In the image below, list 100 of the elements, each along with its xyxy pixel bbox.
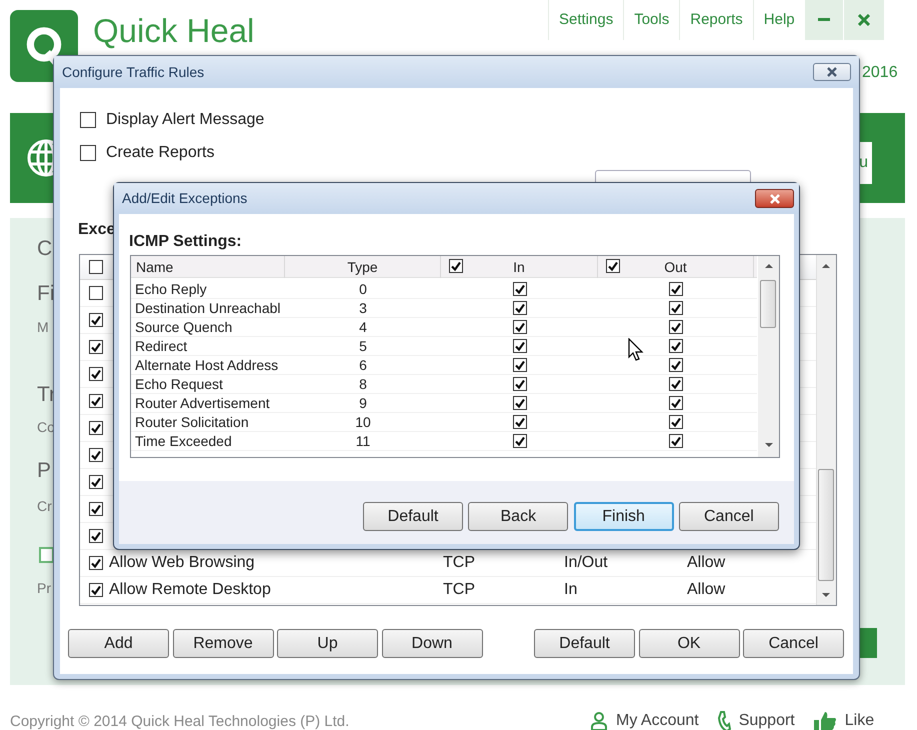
footer-link[interactable]: Support <box>716 709 795 730</box>
close-button[interactable] <box>755 189 794 208</box>
column-header[interactable]: Out <box>664 256 687 278</box>
list-cell-text: Allow Remote Desktop <box>109 580 272 600</box>
checkbox[interactable] <box>449 259 463 273</box>
minimize-button[interactable] <box>804 0 843 40</box>
dialog-button[interactable]: Add <box>68 629 169 658</box>
list-cell-text: Allow <box>687 580 726 600</box>
checkbox[interactable] <box>80 145 96 161</box>
scroll-thumb[interactable] <box>818 469 834 581</box>
section-label: ICMP Settings: <box>129 232 242 252</box>
table-cell-text: 10 <box>354 412 372 432</box>
checkbox[interactable] <box>512 396 526 410</box>
checkbox[interactable] <box>512 434 526 448</box>
list-cell-text: Allow Web Browsing <box>109 553 256 573</box>
list-cell-text: TCP <box>443 553 476 573</box>
checkbox[interactable] <box>39 547 54 563</box>
list-cell-text: TCP <box>443 580 476 600</box>
footer-link[interactable]: My Account <box>590 709 699 730</box>
checkbox[interactable] <box>89 421 103 435</box>
person-icon <box>590 711 608 730</box>
checkbox[interactable] <box>669 320 683 334</box>
table-cell-text: Alternate Host Address <box>134 356 280 374</box>
app-title: Quick Heal <box>93 14 254 47</box>
checkbox[interactable] <box>606 259 620 273</box>
minimize-icon <box>818 18 830 22</box>
thumbs-up-icon <box>812 710 837 730</box>
dialog-button[interactable]: Default <box>363 502 463 531</box>
checkbox[interactable] <box>669 415 683 429</box>
checkbox[interactable] <box>89 313 103 327</box>
checkbox[interactable] <box>512 377 526 391</box>
checkbox[interactable] <box>512 339 526 353</box>
checkbox-label: Display Alert Message <box>106 110 264 130</box>
checkbox[interactable] <box>89 367 103 381</box>
close-icon <box>768 194 780 204</box>
table-cell-text: 6 <box>358 356 368 374</box>
checkbox[interactable] <box>89 260 103 274</box>
checkbox[interactable] <box>512 320 526 334</box>
dialog-button[interactable]: Cancel <box>743 629 844 658</box>
dialog-button[interactable]: Finish <box>574 502 674 531</box>
checkbox[interactable] <box>512 301 526 315</box>
checkbox[interactable] <box>669 301 683 315</box>
dialog-button[interactable]: Down <box>382 629 482 658</box>
checkbox[interactable] <box>669 339 683 353</box>
dialog-button[interactable]: OK <box>638 629 740 658</box>
column-header[interactable]: In <box>513 256 525 278</box>
section-heading: P <box>37 460 52 481</box>
list-cell-text: In/Out <box>564 553 609 573</box>
checkbox[interactable] <box>89 583 103 597</box>
window-title: Add/Edit Exceptions <box>122 189 248 208</box>
window-title: Configure Traffic Rules <box>62 62 204 82</box>
table-cell-text: 4 <box>358 318 368 336</box>
checkbox[interactable] <box>669 358 683 372</box>
column-header[interactable]: Type <box>347 256 378 278</box>
checkbox[interactable] <box>89 502 103 516</box>
dialog-button[interactable]: Remove <box>172 629 274 658</box>
column-header[interactable]: Name <box>136 256 174 278</box>
checkbox[interactable] <box>512 415 526 429</box>
close-button[interactable] <box>813 63 851 81</box>
checkbox[interactable] <box>669 434 683 448</box>
checkbox[interactable] <box>669 377 683 391</box>
table-cell-text: Router Advertisement <box>134 394 271 412</box>
checkbox[interactable] <box>89 340 103 354</box>
checkbox[interactable] <box>80 112 96 128</box>
checkbox[interactable] <box>89 286 103 300</box>
section-label: Exce <box>78 220 116 240</box>
section-text: Pr <box>37 581 51 595</box>
checkbox[interactable] <box>89 394 103 408</box>
phone-icon <box>716 710 731 730</box>
list-cell-text: Allow <box>687 553 726 573</box>
section-text: Cr <box>37 499 52 513</box>
checkbox[interactable] <box>669 282 683 296</box>
dialog-button[interactable]: Back <box>468 502 568 531</box>
checkbox[interactable] <box>89 448 103 462</box>
table-cell-text: Source Quench <box>134 318 234 337</box>
table-cell-text: Destination Unreachabl <box>134 298 282 318</box>
copyright-text: Copyright © 2014 Quick Heal Technologies (P) Ltd. <box>10 712 350 730</box>
scroll-thumb[interactable] <box>760 280 776 328</box>
section-text: M <box>37 320 49 334</box>
scroll-down-icon[interactable] <box>764 442 774 448</box>
checkbox[interactable] <box>512 358 526 372</box>
list-cell-text: In <box>564 580 578 600</box>
table-cell-text: Router Solicitation <box>134 412 250 432</box>
close-icon <box>858 14 870 26</box>
checkbox[interactable] <box>512 282 526 296</box>
scroll-up-icon[interactable] <box>821 263 831 269</box>
table-cell-text: 0 <box>358 280 368 298</box>
dialog-button[interactable]: Up <box>277 629 378 658</box>
table-cell-text: 9 <box>358 394 368 412</box>
scroll-down-icon[interactable] <box>821 592 831 598</box>
checkbox[interactable] <box>89 529 103 543</box>
checkbox[interactable] <box>89 475 103 489</box>
table-cell-text: Redirect <box>134 336 188 356</box>
dialog-button[interactable]: Default <box>534 629 635 658</box>
checkbox[interactable] <box>89 556 103 570</box>
footer-link[interactable]: Like <box>812 709 874 730</box>
scroll-up-icon[interactable] <box>764 263 774 269</box>
checkbox[interactable] <box>669 396 683 410</box>
dialog-button[interactable]: Cancel <box>678 502 779 531</box>
table-cell-text: 5 <box>358 336 368 356</box>
